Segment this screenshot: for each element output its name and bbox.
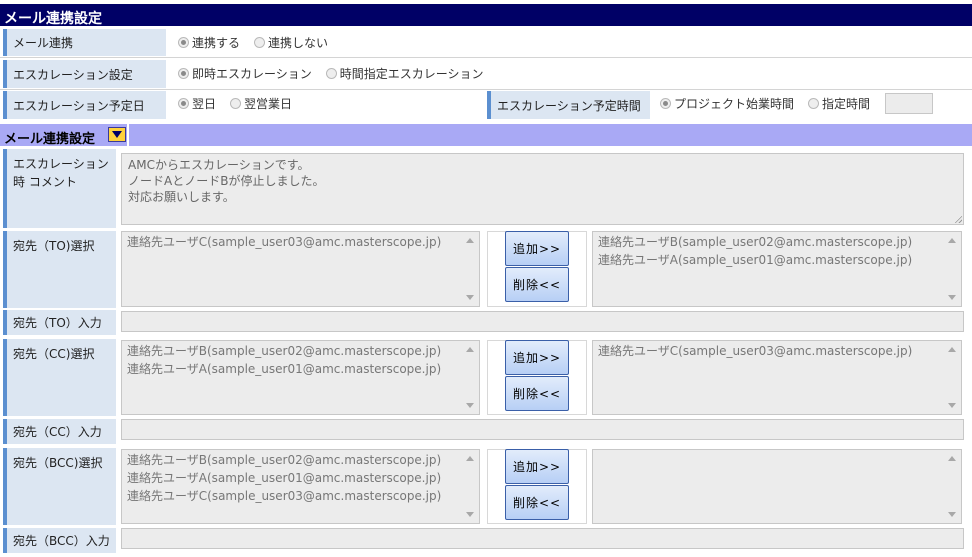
next-business-day-radio[interactable]: 翌営業日	[230, 95, 292, 112]
radio-label: プロジェクト始業時間	[674, 97, 795, 111]
scrollbar[interactable]	[461, 232, 479, 306]
collapse-toggle-icon[interactable]	[108, 127, 126, 142]
comment-text: AMCからエスカレーションです。 ノードAとノードBが停止しました。 対応お願い…	[128, 158, 325, 204]
page-title: メール連携設定	[0, 4, 972, 27]
scrollbar[interactable]	[461, 450, 479, 523]
divider	[0, 89, 972, 90]
next-day-radio[interactable]: 翌日	[178, 95, 216, 112]
to-add-button[interactable]: 追加>>	[505, 231, 569, 266]
cc-select-label: 宛先（CC)選択	[3, 339, 116, 416]
radio-unselected-icon	[254, 37, 266, 48]
comment-textarea[interactable]: AMCからエスカレーションです。 ノードAとノードBが停止しました。 対応お願い…	[121, 153, 964, 225]
cc-selected-list[interactable]: 連絡先ユーザC(sample_user03@amc.masterscope.jp…	[592, 340, 962, 415]
to-select-label-text: 宛先（TO)選択	[13, 239, 95, 253]
bcc-add-button[interactable]: 追加>>	[505, 449, 569, 484]
escalation-radio-group: 即時エスカレーション 時間指定エスカレーション	[170, 60, 498, 87]
scroll-up-icon[interactable]	[948, 456, 956, 461]
mail-link-radio-group: 連携する 連携しない	[170, 29, 343, 56]
resize-handle-icon[interactable]	[954, 215, 962, 223]
to-input[interactable]	[121, 311, 964, 332]
list-item[interactable]: 連絡先ユーザB(sample_user02@amc.masterscope.jp…	[127, 451, 474, 469]
mail-link-disable-radio[interactable]: 連携しない	[254, 34, 328, 51]
list-item[interactable]: 連絡先ユーザA(sample_user01@amc.masterscope.jp…	[598, 251, 956, 269]
escalation-time-radio-group: プロジェクト始業時間 指定時間	[654, 91, 885, 116]
mail-link-enable-radio[interactable]: 連携する	[178, 34, 240, 51]
divider	[0, 57, 972, 58]
scrollbar[interactable]	[461, 341, 479, 414]
comment-label-line2: 時 コメント	[13, 175, 77, 189]
to-remove-button[interactable]: 削除<<	[505, 267, 569, 302]
scroll-up-icon[interactable]	[466, 238, 474, 243]
specified-time-radio[interactable]: 指定時間	[808, 95, 870, 112]
scroll-down-icon[interactable]	[948, 295, 956, 300]
radio-label: 指定時間	[822, 97, 871, 111]
list-item[interactable]: 連絡先ユーザC(sample_user03@amc.masterscope.jp…	[127, 233, 474, 251]
scrollbar[interactable]	[943, 341, 961, 414]
scheduled-escalation-radio[interactable]: 時間指定エスカレーション	[325, 65, 484, 82]
scrollbar[interactable]	[943, 232, 961, 306]
radio-selected-icon	[178, 98, 189, 109]
scroll-up-icon[interactable]	[948, 238, 956, 243]
radio-label: 連携しない	[268, 36, 329, 50]
list-item[interactable]: 連絡先ユーザC(sample_user03@amc.masterscope.jp…	[127, 487, 474, 505]
escalation-label: エスカレーション設定	[3, 60, 166, 88]
list-item[interactable]: 連絡先ユーザB(sample_user02@amc.masterscope.jp…	[598, 233, 956, 251]
scroll-up-icon[interactable]	[466, 347, 474, 352]
project-start-time-radio[interactable]: プロジェクト始業時間	[660, 95, 794, 112]
cc-input[interactable]	[121, 419, 964, 440]
radio-label: 翌日	[192, 97, 217, 111]
scroll-down-icon[interactable]	[466, 512, 474, 517]
radio-label: 翌営業日	[244, 97, 293, 111]
specified-time-input[interactable]	[885, 93, 933, 114]
section-header-bar	[129, 124, 972, 146]
to-input-label: 宛先（TO）入力	[3, 310, 116, 335]
bcc-available-list[interactable]: 連絡先ユーザB(sample_user02@amc.masterscope.jp…	[121, 449, 480, 524]
to-selected-list[interactable]: 連絡先ユーザB(sample_user02@amc.masterscope.jp…	[592, 231, 962, 307]
radio-selected-icon	[178, 37, 189, 48]
scroll-up-icon[interactable]	[466, 456, 474, 461]
list-item[interactable]: 連絡先ユーザB(sample_user02@amc.masterscope.jp…	[127, 342, 474, 360]
list-item[interactable]: 連絡先ユーザC(sample_user03@amc.masterscope.jp…	[598, 342, 956, 360]
escalation-date-radio-group: 翌日 翌営業日	[170, 91, 307, 116]
cc-remove-button[interactable]: 削除<<	[505, 376, 569, 411]
comment-label: エスカレーション時 コメント	[3, 149, 116, 228]
bcc-remove-button[interactable]: 削除<<	[505, 485, 569, 520]
bcc-input-label: 宛先（BCC）入力	[3, 528, 116, 553]
to-available-list[interactable]: 連絡先ユーザC(sample_user03@amc.masterscope.jp…	[121, 231, 480, 307]
bcc-select-label: 宛先（BCC)選択	[3, 448, 116, 525]
cc-available-list[interactable]: 連絡先ユーザB(sample_user02@amc.masterscope.jp…	[121, 340, 480, 415]
cc-input-label: 宛先（CC）入力	[3, 419, 116, 444]
scroll-up-icon[interactable]	[948, 347, 956, 352]
radio-selected-icon	[660, 98, 671, 109]
cc-select-label-text: 宛先（CC)選択	[13, 347, 95, 361]
scroll-down-icon[interactable]	[466, 295, 474, 300]
scroll-down-icon[interactable]	[466, 403, 474, 408]
scrollbar[interactable]	[943, 450, 961, 523]
bcc-input[interactable]	[121, 528, 964, 549]
immediate-escalation-radio[interactable]: 即時エスカレーション	[178, 65, 312, 82]
list-item[interactable]: 連絡先ユーザA(sample_user01@amc.masterscope.jp…	[127, 360, 474, 378]
radio-selected-icon	[178, 68, 189, 79]
radio-label: 即時エスカレーション	[192, 67, 312, 81]
to-select-label: 宛先（TO)選択	[3, 231, 116, 308]
radio-label: 連携する	[192, 36, 241, 50]
mail-settings-page: メール連携設定 メール連携 連携する 連携しない エスカレーション設定 即時エス…	[0, 0, 972, 557]
section-title: メール連携設定	[4, 132, 96, 147]
escalation-date-label: エスカレーション予定日	[3, 91, 166, 119]
bcc-select-label-text: 宛先（BCC)選択	[13, 456, 103, 470]
comment-label-line1: エスカレーション	[13, 157, 109, 171]
radio-unselected-icon	[808, 98, 820, 109]
bcc-selected-list[interactable]	[592, 449, 962, 524]
escalation-time-label: エスカレーション予定時間	[487, 91, 650, 119]
radio-label: 時間指定エスカレーション	[339, 67, 484, 81]
scroll-down-icon[interactable]	[948, 512, 956, 517]
mail-link-label: メール連携	[3, 29, 166, 56]
section-header: メール連携設定	[0, 124, 972, 147]
list-item[interactable]: 連絡先ユーザA(sample_user01@amc.masterscope.jp…	[127, 469, 474, 487]
radio-unselected-icon	[230, 98, 242, 109]
scroll-down-icon[interactable]	[948, 403, 956, 408]
radio-unselected-icon	[325, 68, 337, 79]
cc-add-button[interactable]: 追加>>	[505, 340, 569, 375]
